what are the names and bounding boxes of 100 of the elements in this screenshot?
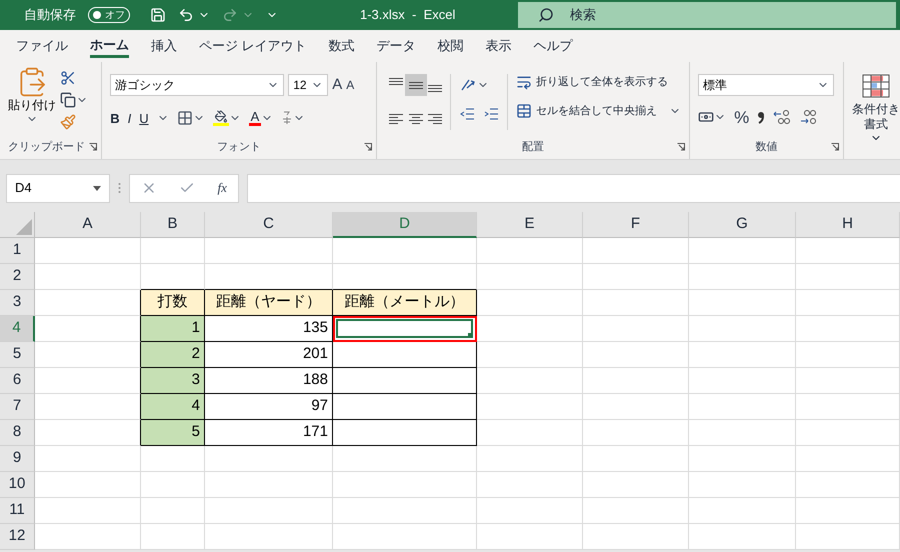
ribbon-tab[interactable]: 表示 (486, 34, 512, 58)
table-cell[interactable]: 201 (205, 342, 333, 368)
table-cell[interactable] (333, 342, 477, 368)
fill-color-icon[interactable] (212, 110, 229, 126)
select-all-button[interactable] (0, 212, 35, 238)
row-header[interactable]: 7 (0, 394, 35, 420)
wrap-text-icon (516, 74, 532, 90)
row-header[interactable]: 5 (0, 342, 35, 368)
dialog-launcher-icon[interactable] (831, 143, 839, 151)
grip-icon (118, 182, 121, 194)
row-header[interactable]: 3 (0, 290, 35, 316)
column-header[interactable]: A (35, 212, 141, 238)
autosave-label: 自動保存 (24, 6, 76, 24)
row-header[interactable]: 12 (0, 524, 35, 550)
copy-icon[interactable] (60, 92, 76, 108)
conditional-formatting-icon (862, 74, 890, 98)
table-cell[interactable]: 188 (205, 368, 333, 394)
increase-decimal-icon[interactable] (773, 108, 792, 126)
table-cell[interactable]: 距離（メートル） (333, 290, 477, 316)
align-icon (389, 78, 404, 85)
dialog-launcher-icon[interactable] (677, 143, 686, 151)
wrap-text-button[interactable]: 折り返して全体を表示する (516, 74, 682, 90)
format-painter-icon[interactable] (60, 114, 76, 130)
row-header[interactable]: 4 (0, 316, 35, 342)
align-icon (428, 114, 442, 124)
search-field[interactable]: 検索 (518, 2, 896, 28)
ribbon-tab[interactable]: ページ レイアウト (199, 34, 307, 58)
align-button[interactable] (404, 74, 427, 96)
underline-button[interactable]: U (139, 108, 149, 128)
table-cell[interactable] (333, 394, 477, 420)
dialog-launcher-icon[interactable] (89, 143, 98, 151)
grow-font-button[interactable]: A (332, 74, 342, 96)
cut-icon[interactable] (60, 70, 76, 86)
column-header[interactable]: G (689, 212, 796, 238)
name-box[interactable]: D4 (6, 174, 110, 202)
conditional-formatting-button[interactable]: 条件付き 書式 (844, 62, 900, 159)
ribbon-tab[interactable]: ヘルプ (534, 34, 573, 58)
autosave-toggle[interactable]: オフ (88, 7, 130, 23)
column-header[interactable]: H (796, 212, 900, 238)
table-cell[interactable]: 2 (141, 342, 205, 368)
ribbon-tab[interactable]: ファイル (16, 34, 68, 58)
bold-button[interactable]: B (110, 108, 120, 128)
font-name-field[interactable]: 游ゴシック (110, 74, 284, 96)
column-header[interactable]: C (205, 212, 333, 238)
undo-icon[interactable] (178, 7, 194, 23)
font-size-field[interactable]: 12 (288, 74, 328, 96)
decrease-indent-icon[interactable] (459, 106, 476, 122)
column-header[interactable]: D (333, 212, 477, 238)
table-cell[interactable]: 5 (141, 420, 205, 446)
fill-handle[interactable] (468, 333, 473, 338)
phonetic-icon[interactable] (281, 110, 294, 126)
table-cell[interactable]: 打数 (141, 290, 205, 316)
borders-icon[interactable] (176, 110, 193, 126)
table-cell[interactable] (333, 420, 477, 446)
align-icon (428, 85, 442, 92)
ribbon-tab[interactable]: 数式 (328, 34, 355, 58)
group-label: クリップボード (8, 140, 85, 154)
search-icon (538, 7, 554, 23)
column-header[interactable]: B (141, 212, 205, 238)
table-cell[interactable]: 97 (205, 394, 333, 420)
row-header[interactable]: 10 (0, 472, 35, 498)
insert-function-button[interactable]: fx (218, 178, 227, 198)
decrease-decimal-icon[interactable] (799, 108, 818, 126)
ribbon-tab[interactable]: 校閲 (438, 34, 464, 58)
formula-field[interactable] (247, 174, 900, 202)
comma-icon[interactable] (757, 110, 766, 124)
percent-button[interactable]: % (734, 108, 750, 126)
table-cell[interactable]: 4 (141, 394, 205, 420)
ribbon-tab[interactable]: ホーム (90, 34, 129, 58)
paste-button[interactable]: 貼り付け (8, 66, 56, 130)
table-cell[interactable]: 1 (141, 316, 205, 342)
row-header[interactable]: 2 (0, 264, 35, 290)
align-icon (389, 114, 404, 124)
window-title: 1-3.xlsx - Excel (360, 6, 456, 24)
column-header[interactable]: E (477, 212, 583, 238)
number-format-field[interactable]: 標準 (698, 74, 834, 96)
row-header[interactable]: 11 (0, 498, 35, 524)
ribbon-tab[interactable]: 挿入 (151, 34, 177, 58)
row-header[interactable]: 6 (0, 368, 35, 394)
table-cell[interactable]: 距離（ヤード） (205, 290, 333, 316)
table-cell[interactable]: 135 (205, 316, 333, 342)
increase-indent-icon[interactable] (483, 106, 500, 122)
italic-button[interactable]: I (128, 108, 132, 128)
align-icon (408, 114, 423, 124)
table-cell[interactable]: 3 (141, 368, 205, 394)
table-cell[interactable] (333, 316, 477, 342)
shrink-font-button[interactable]: A (346, 76, 354, 94)
merge-center-button[interactable]: セルを結合して中央揃え (516, 102, 682, 119)
row-header[interactable]: 1 (0, 238, 35, 264)
group-label: 数値 (756, 140, 778, 154)
row-header[interactable]: 9 (0, 446, 35, 472)
dialog-launcher-icon[interactable] (364, 143, 372, 151)
row-header[interactable]: 8 (0, 420, 35, 446)
save-icon[interactable] (150, 7, 166, 23)
column-header[interactable]: F (583, 212, 689, 238)
table-cell[interactable] (333, 368, 477, 394)
ribbon-tab[interactable]: データ (376, 34, 416, 58)
font-color-button[interactable]: A (248, 110, 262, 126)
table-cell[interactable]: 171 (205, 420, 333, 446)
align-icon (408, 82, 423, 88)
